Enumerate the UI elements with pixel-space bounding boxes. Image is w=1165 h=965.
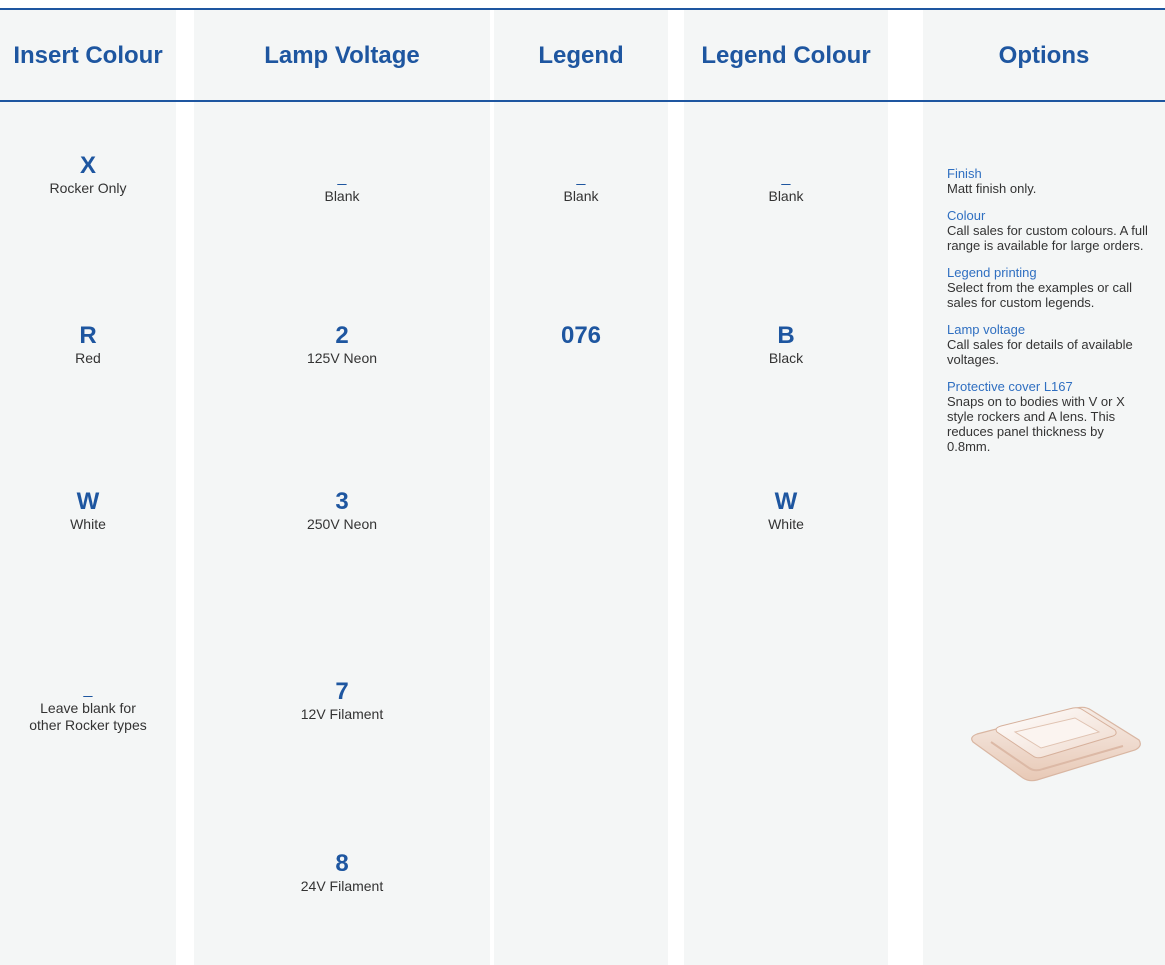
- entry-desc: 125V Neon: [306, 350, 378, 366]
- options-list: Finish Matt finish only. Colour Call sal…: [947, 166, 1152, 466]
- option-body: Select from the examples or call sales f…: [947, 280, 1132, 310]
- entry-code: 8: [335, 850, 349, 877]
- column-legend: [494, 10, 668, 965]
- legend-colour-entry-w: W White: [684, 488, 888, 533]
- entry-code: _: [83, 681, 93, 698]
- entry-code: B: [777, 322, 795, 349]
- option-title: Protective cover L167: [947, 379, 1073, 394]
- entry-desc: White: [768, 516, 804, 532]
- insert-colour-entry-x: X Rocker Only: [0, 152, 176, 197]
- insert-colour-entry-r: R Red: [0, 322, 176, 367]
- option-protective-cover: Protective cover L167 Snaps on to bodies…: [947, 379, 1152, 454]
- option-title: Colour: [947, 208, 986, 223]
- legend-entry-blank: _ Blank: [494, 168, 668, 205]
- lamp-voltage-entry-3: 3 250V Neon: [194, 488, 490, 533]
- option-legend-printing: Legend printing Select from the examples…: [947, 265, 1152, 310]
- lamp-voltage-entry-8: 8 24V Filament: [194, 850, 490, 895]
- entry-desc: 250V Neon: [306, 516, 378, 532]
- option-lamp-voltage: Lamp voltage Call sales for details of a…: [947, 322, 1152, 367]
- option-body: Call sales for custom colours. A full ra…: [947, 223, 1148, 253]
- entry-code: X: [79, 152, 96, 179]
- option-finish: Finish Matt finish only.: [947, 166, 1152, 196]
- entry-desc: Blank: [324, 188, 360, 204]
- header-insert-colour: Insert Colour: [13, 42, 163, 69]
- entry-code: W: [774, 488, 798, 515]
- entry-desc: Leave blank for other Rocker types: [29, 700, 147, 733]
- entry-code: _: [781, 169, 791, 186]
- legend-colour-entry-b: B Black: [684, 322, 888, 367]
- option-colour: Colour Call sales for custom colours. A …: [947, 208, 1152, 253]
- entry-desc: Rocker Only: [49, 180, 127, 196]
- option-title: Finish: [947, 166, 982, 181]
- option-body: Matt finish only.: [947, 181, 1037, 196]
- option-title: Lamp voltage: [947, 322, 1026, 337]
- option-body: Snaps on to bodies with V or X style roc…: [947, 394, 1125, 454]
- insert-colour-entry-w: W White: [0, 488, 176, 533]
- option-title: Legend printing: [947, 265, 1037, 280]
- lamp-voltage-entry-7: 7 12V Filament: [194, 678, 490, 723]
- option-body: Call sales for details of available volt…: [947, 337, 1133, 367]
- protective-cover-image: [971, 706, 1141, 782]
- entry-desc: White: [70, 516, 106, 532]
- lamp-voltage-entry-blank: _ Blank: [194, 168, 490, 205]
- header-legend: Legend: [538, 42, 624, 69]
- entry-desc: 24V Filament: [300, 878, 384, 894]
- legend-colour-entry-blank: _ Blank: [684, 168, 888, 205]
- header-lamp-voltage: Lamp Voltage: [264, 42, 420, 69]
- entry-desc: Blank: [563, 188, 599, 204]
- entry-desc: Black: [768, 350, 804, 366]
- legend-entry-076: 076: [494, 322, 668, 350]
- header-rule: [0, 100, 1165, 102]
- entry-code: _: [576, 169, 586, 186]
- entry-code: 3: [335, 488, 349, 515]
- header-legend-colour: Legend Colour: [701, 42, 871, 69]
- entry-code: _: [337, 169, 347, 186]
- entry-desc: Blank: [768, 188, 804, 204]
- entry-code: R: [79, 322, 97, 349]
- header-options: Options: [998, 42, 1090, 69]
- entry-desc: 12V Filament: [300, 706, 384, 722]
- lamp-voltage-entry-2: 2 125V Neon: [194, 322, 490, 367]
- column-options: [923, 10, 1165, 965]
- entry-code: 2: [335, 322, 349, 349]
- entry-code: W: [76, 488, 100, 515]
- insert-colour-entry-blank: _ Leave blank for other Rocker types: [0, 680, 176, 734]
- entry-desc: Red: [75, 350, 101, 366]
- entry-code: 7: [335, 678, 349, 705]
- entry-code: 076: [560, 322, 602, 349]
